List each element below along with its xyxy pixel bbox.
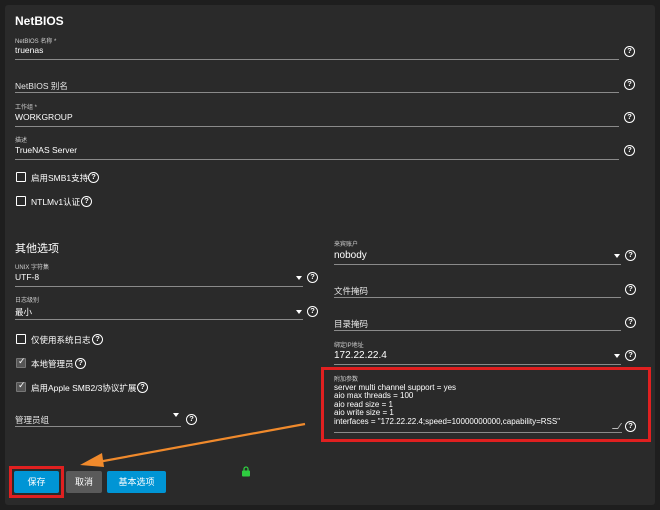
netbios-name-label: NetBIOS 名称 * [15, 39, 57, 45]
apple-ext-checkbox[interactable] [16, 380, 26, 392]
cancel-button[interactable]: 取消 [66, 471, 102, 493]
arrow-annotation-icon [80, 422, 306, 467]
netbios-alias-underline [15, 92, 619, 93]
ntlmv1-label: NTLMv1认证 [31, 197, 81, 207]
chevron-down-icon[interactable] [614, 254, 620, 258]
log-level-select[interactable]: 最小 [15, 306, 32, 318]
help-icon[interactable]: ? [137, 382, 148, 393]
netbios-name-underline [15, 59, 619, 60]
chevron-down-icon[interactable] [614, 354, 620, 358]
netbios-section-title: NetBIOS [15, 14, 64, 28]
help-icon[interactable]: ? [625, 284, 636, 295]
admin-group-input[interactable]: 管理员组 [15, 414, 49, 426]
help-icon[interactable]: ? [81, 196, 92, 207]
aux-params-textarea[interactable]: server multi channel support = yes aio m… [334, 383, 622, 426]
help-icon[interactable]: ? [625, 421, 636, 432]
log-level-underline [15, 319, 303, 320]
smb1-checkbox[interactable] [16, 172, 26, 182]
aux-params-label: 附加参数 [334, 377, 359, 383]
help-icon[interactable]: ? [92, 334, 103, 345]
file-mask-input[interactable]: 文件掩码 [334, 285, 368, 297]
bind-ip-underline [334, 364, 621, 365]
file-mask-underline [334, 297, 621, 298]
smb1-label: 启用SMB1支持 [31, 173, 89, 183]
help-icon[interactable]: ? [307, 272, 318, 283]
local-master-label: 本地管理员 [31, 359, 74, 369]
help-icon[interactable]: ? [307, 306, 318, 317]
bind-ip-select[interactable]: 172.22.22.4 [334, 350, 387, 361]
description-underline [15, 159, 619, 160]
unix-charset-underline [15, 286, 303, 287]
workgroup-underline [15, 126, 619, 127]
lock-icon [242, 466, 250, 477]
unix-charset-select[interactable]: UTF-8 [15, 272, 39, 282]
save-button[interactable]: 保存 [14, 471, 59, 493]
description-input[interactable]: TrueNAS Server [15, 145, 77, 155]
help-icon[interactable]: ? [625, 250, 636, 261]
netbios-alias-input[interactable]: NetBIOS 别名 [15, 80, 68, 92]
syslog-only-label: 仅使用系统日志 [31, 335, 91, 345]
description-label: 描述 [15, 138, 28, 144]
help-icon[interactable]: ? [624, 145, 635, 156]
help-icon[interactable]: ? [624, 112, 635, 123]
dir-mask-underline [334, 330, 621, 331]
guest-account-label: 来宾账户 [334, 242, 359, 248]
basic-options-button[interactable]: 基本选项 [107, 471, 166, 493]
local-master-checkbox[interactable] [16, 356, 26, 368]
workgroup-input[interactable]: WORKGROUP [15, 112, 73, 122]
chevron-down-icon[interactable] [296, 310, 302, 314]
chevron-down-icon[interactable] [296, 276, 302, 280]
unix-charset-label: UNIX 字符集 [15, 265, 50, 271]
guest-account-underline [334, 264, 621, 265]
bind-ip-label: 绑定IP地址 [334, 343, 364, 349]
chevron-down-icon[interactable] [173, 413, 179, 417]
ntlmv1-checkbox[interactable] [16, 196, 26, 206]
help-icon[interactable]: ? [624, 79, 635, 90]
syslog-only-checkbox[interactable] [16, 334, 26, 344]
aux-params-underline [334, 432, 622, 433]
apple-ext-label: 启用Apple SMB2/3协议扩展 [31, 383, 137, 393]
dir-mask-input[interactable]: 目录掩码 [334, 318, 368, 330]
log-level-label: 日志级别 [15, 298, 40, 304]
aux-params-line: interfaces = "172.22.22.4;speed=10000000… [334, 416, 561, 426]
other-options-title: 其他选项 [15, 243, 59, 255]
help-icon[interactable]: ? [75, 358, 86, 369]
help-icon[interactable]: ? [625, 317, 636, 328]
guest-account-select[interactable]: nobody [334, 250, 367, 261]
netbios-name-input[interactable]: truenas [15, 45, 43, 55]
help-icon[interactable]: ? [88, 172, 99, 183]
workgroup-label: 工作组 * [15, 105, 38, 111]
help-icon[interactable]: ? [624, 46, 635, 57]
help-icon[interactable]: ? [625, 350, 636, 361]
